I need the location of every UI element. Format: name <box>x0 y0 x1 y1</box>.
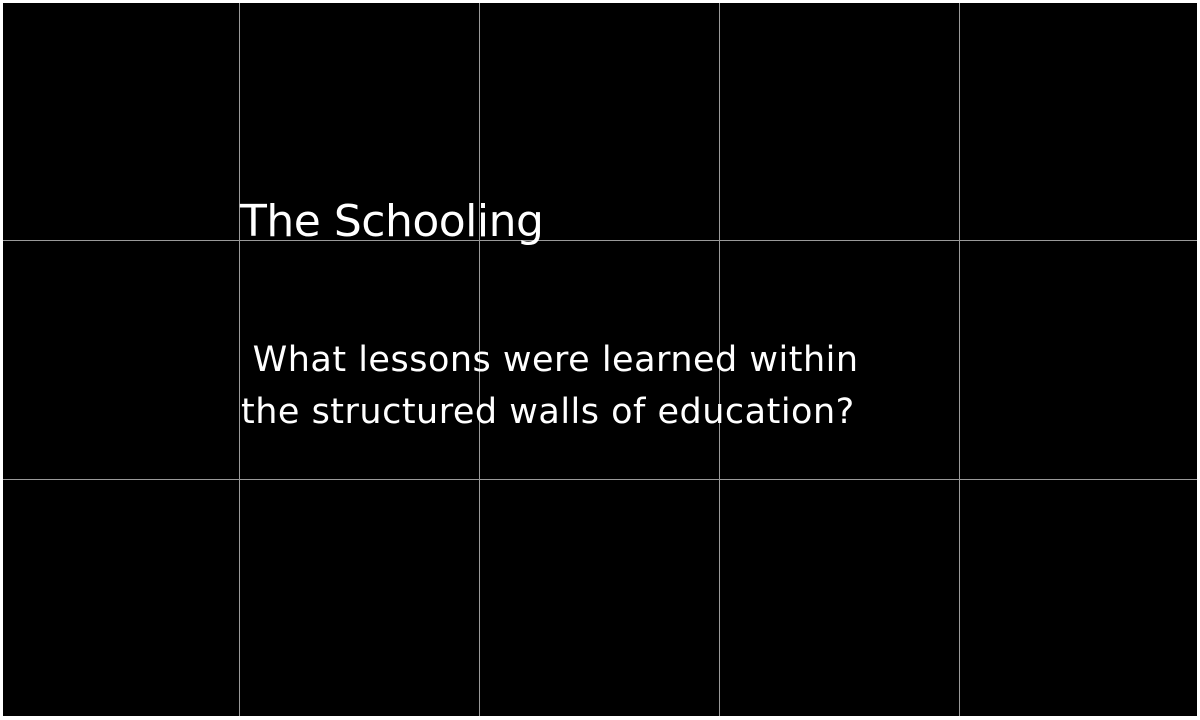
slide-canvas: The Schooling What lessons were learned … <box>3 3 1197 716</box>
question-line: What lessons were learned within <box>241 340 859 380</box>
grid-line-vertical <box>239 3 240 716</box>
grid-line-horizontal <box>3 240 1197 241</box>
slide-title: The Schooling <box>240 196 544 247</box>
slide-question: What lessons were learned within the str… <box>241 334 961 438</box>
question-line: the structured walls of education? <box>241 392 855 432</box>
grid-line-horizontal <box>3 479 1197 480</box>
